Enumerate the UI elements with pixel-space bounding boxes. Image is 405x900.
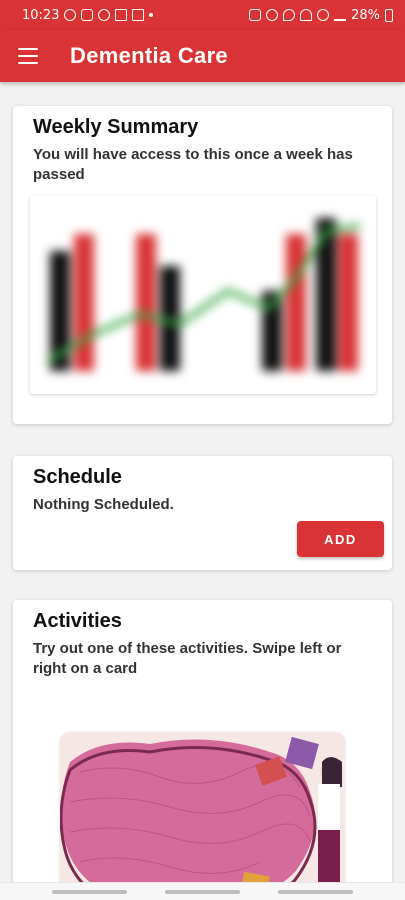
battery-icon	[385, 8, 393, 22]
activities-instructions: Try out one of these activities. Swipe l…	[33, 640, 342, 677]
messenger-icon	[64, 9, 77, 21]
blurred-chart-image	[46, 218, 361, 371]
instagram-icon	[81, 9, 94, 21]
more-notifications-icon	[149, 13, 154, 17]
activity-card-puzzle[interactable]	[60, 732, 345, 882]
alarm-icon	[266, 9, 279, 21]
nav-back-button[interactable]	[278, 890, 353, 894]
status-left: 10:23	[22, 7, 154, 23]
battery-percent: 28%	[351, 7, 380, 23]
weekly-summary-card: Weekly Summary You will have access to t…	[13, 106, 392, 424]
mail-icon	[132, 9, 145, 21]
activities-title: Activities	[33, 610, 122, 632]
nfc-icon	[249, 9, 262, 21]
location-icon	[283, 9, 296, 21]
status-bar: 10:23 28%	[0, 0, 405, 30]
signal-icon	[334, 9, 347, 21]
schedule-card: Schedule Nothing Scheduled. ADD	[13, 456, 392, 570]
wifi-call-icon	[317, 9, 330, 21]
puzzle-illustration	[60, 732, 345, 882]
nav-home-button[interactable]	[165, 890, 240, 894]
activities-card: Activities Try out one of these activiti…	[13, 600, 392, 882]
hamburger-menu-icon[interactable]	[18, 48, 38, 64]
status-right: 28%	[249, 8, 393, 23]
add-schedule-button[interactable]: ADD	[297, 521, 384, 557]
schedule-title: Schedule	[33, 466, 122, 488]
main-scroll[interactable]: Weekly Summary You will have access to t…	[0, 82, 405, 882]
weekly-summary-subtitle: You will have access to this once a week…	[33, 146, 353, 183]
schedule-empty-text: Nothing Scheduled.	[33, 496, 174, 513]
notification-icon	[98, 9, 111, 21]
nav-recents-button[interactable]	[52, 890, 127, 894]
wifi-icon	[300, 9, 313, 21]
weekly-summary-title: Weekly Summary	[33, 116, 199, 138]
system-navigation-bar	[0, 882, 405, 900]
weekly-summary-chart-preview	[30, 196, 376, 394]
app-title: Dementia Care	[70, 43, 228, 68]
gmail-icon	[115, 9, 128, 21]
status-time: 10:23	[22, 7, 60, 23]
app-bar: Dementia Care	[0, 30, 405, 82]
